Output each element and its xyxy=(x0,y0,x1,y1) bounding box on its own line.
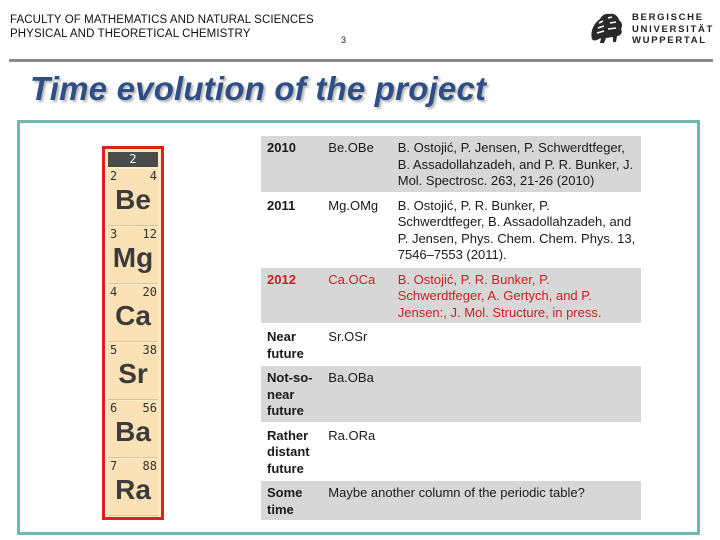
element-symbol: Sr xyxy=(118,358,148,389)
timeline-row: Rather distant future Ra.ORa xyxy=(261,424,641,480)
atomic-number: 20 xyxy=(142,285,157,299)
faculty-header: FACULTY OF MATHEMATICS AND NATURAL SCIEN… xyxy=(10,14,314,26)
slide-title: Time evolution of the project xyxy=(30,70,487,107)
atomic-number: 38 xyxy=(142,343,157,357)
timeline-row: 2011 Mg.OMg B. Ostojić, P. R. Bunker, P. S… xyxy=(261,194,641,266)
timeline-row: Some time Maybe another column of the per… xyxy=(261,481,641,520)
element-cell: 5 38 Sr xyxy=(108,343,158,400)
element-cell: 2 4 Be xyxy=(108,169,158,226)
timeline-table: 2010 Be.OBe B. Ostojić, P. Jensen, P. Schw… xyxy=(261,134,641,522)
timeline-when: 2012 xyxy=(261,267,323,323)
timeline-row: 2010 Be.OBe B. Ostojić, P. Jensen, P. Schw… xyxy=(261,136,641,192)
timeline-references: B. Ostojić, P. R. Bunker, P. Schwerdtfeg… xyxy=(397,197,636,263)
element-symbol: Ra xyxy=(115,474,151,505)
element-symbol: Ca xyxy=(115,300,151,331)
timeline-when: 2010 xyxy=(261,136,323,192)
header-divider xyxy=(9,59,713,62)
timeline-row: Near future Sr.OSr xyxy=(261,325,641,364)
timeline-molecule: Maybe another column of the periodic tab… xyxy=(322,481,641,520)
element-cell: 6 56 Ba xyxy=(108,401,158,458)
timeline-when: Not-so-near future xyxy=(261,366,323,422)
element-symbol: Mg xyxy=(112,242,154,273)
element-symbol: Be xyxy=(115,184,151,215)
timeline-references xyxy=(392,325,641,364)
atomic-number: 56 xyxy=(142,401,157,415)
element-cell: 3 12 Mg xyxy=(108,227,158,284)
logo-wordmark: BERGISCHE UNIVERSITÄT WUPPERTAL xyxy=(632,12,715,47)
department-header: PHYSICAL AND THEORETICAL CHEMISTRY xyxy=(10,28,251,40)
timeline-molecule: Mg.OMg xyxy=(328,197,379,213)
timeline-molecule: Ra.ORa xyxy=(328,427,376,443)
university-logo: BERGISCHE UNIVERSITÄT WUPPERTAL xyxy=(586,8,716,50)
timeline-molecule: Be.OBe xyxy=(322,136,392,192)
timeline-molecule: Ba.OBa xyxy=(322,366,392,422)
element-cell: 7 88 Ra xyxy=(108,459,158,516)
period-number: 2 xyxy=(110,169,118,183)
timeline-when: 2011 xyxy=(267,197,296,213)
periodic-table-group-column: 2 2 4 Be 3 12 Mg 4 20 Ca 5 38 Sr 6 56 Ba 7 88 Ra xyxy=(102,146,164,520)
timeline-references: B. Ostojić, P. Jensen, P. Schwerdtfeger,… xyxy=(391,136,641,192)
atomic-number: 12 xyxy=(142,227,157,241)
page-number: 3 xyxy=(341,35,347,45)
atomic-number: 88 xyxy=(142,459,157,473)
timeline-references xyxy=(391,366,641,422)
timeline-row: Not-so-near future Ba.OBa xyxy=(261,366,641,422)
group-number: 2 xyxy=(108,152,158,167)
timeline-molecule: Sr.OSr xyxy=(328,329,368,344)
period-number: 4 xyxy=(110,285,118,299)
timeline-references xyxy=(392,424,641,480)
timeline-row: 2012 Ca.OCa B. Ostojić, P. R. Bunker, P. S… xyxy=(261,267,641,323)
timeline-when: Some time xyxy=(261,481,323,520)
timeline-molecule: Ca.OCa xyxy=(322,267,392,323)
period-number: 6 xyxy=(110,401,118,415)
timeline-when: Rather distant future xyxy=(267,427,310,476)
element-symbol: Ba xyxy=(115,416,151,447)
timeline-references: B. Ostojić, P. R. Bunker, P. Schwerdtfeg… xyxy=(391,267,641,323)
period-number: 3 xyxy=(110,227,118,241)
period-number: 7 xyxy=(110,459,118,473)
period-number: 5 xyxy=(110,343,118,357)
lion-crest-icon xyxy=(591,13,623,43)
element-cell: 4 20 Ca xyxy=(108,285,158,342)
timeline-when: Near future xyxy=(267,329,304,361)
atomic-number: 4 xyxy=(149,169,157,183)
